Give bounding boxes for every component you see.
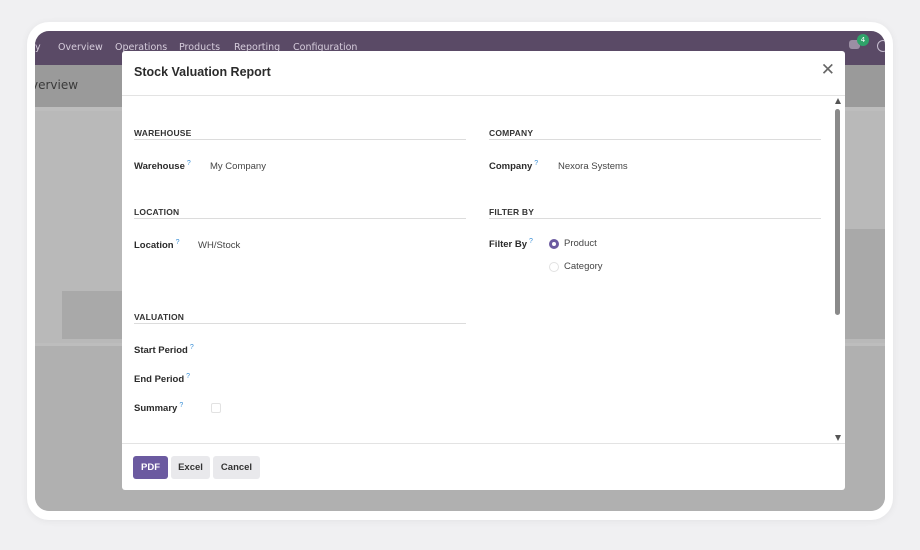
scrollbar-thumb[interactable] <box>835 109 840 315</box>
chat-count-badge: 4 <box>857 34 869 46</box>
section-divider <box>134 218 466 219</box>
close-icon[interactable]: ✕ <box>821 62 835 79</box>
cancel-button[interactable]: Cancel <box>213 456 260 479</box>
section-valuation: VALUATION <box>134 312 185 322</box>
help-icon[interactable]: ? <box>179 402 183 409</box>
help-icon[interactable]: ? <box>186 373 190 380</box>
breadcrumb[interactable]: verview <box>35 78 78 92</box>
section-divider <box>489 139 821 140</box>
dialog-footer: PDF Excel Cancel <box>122 443 845 490</box>
help-icon[interactable]: ? <box>187 160 191 167</box>
company-label: Company? <box>489 160 539 173</box>
nav-app-name[interactable]: y <box>35 42 41 53</box>
scroll-down-arrow-icon[interactable] <box>835 435 841 441</box>
help-icon[interactable]: ? <box>529 238 533 245</box>
section-company: COMPANY <box>489 128 534 138</box>
filter-product-label[interactable]: Product <box>564 238 597 249</box>
dialog-header: Stock Valuation Report ✕ <box>122 51 845 96</box>
section-warehouse: WAREHOUSE <box>134 128 192 138</box>
scroll-up-arrow-icon[interactable] <box>835 98 841 104</box>
section-divider <box>134 139 466 140</box>
end-period-label: End Period? <box>134 373 191 386</box>
filter-by-label: Filter By? <box>489 238 533 251</box>
section-filter-by: FILTER BY <box>489 207 535 217</box>
warehouse-field[interactable]: My Company <box>210 161 266 172</box>
dialog-title: Stock Valuation Report <box>134 65 271 79</box>
help-icon[interactable]: ? <box>176 239 180 246</box>
filter-category-label[interactable]: Category <box>564 261 603 272</box>
warehouse-label: Warehouse? <box>134 160 191 173</box>
company-field[interactable]: Nexora Systems <box>558 161 628 172</box>
location-field[interactable]: WH/Stock <box>198 240 240 251</box>
summary-label: Summary? <box>134 402 184 415</box>
start-period-label: Start Period? <box>134 344 194 357</box>
stock-valuation-dialog: Stock Valuation Report ✕ WAREHOUSE Wareh… <box>122 51 845 490</box>
section-divider <box>489 218 821 219</box>
end-period-field[interactable] <box>210 374 410 386</box>
location-label: Location? <box>134 239 180 252</box>
nav-overview[interactable]: Overview <box>58 42 103 53</box>
excel-button[interactable]: Excel <box>171 456 210 479</box>
section-location: LOCATION <box>134 207 180 217</box>
section-divider <box>134 323 466 324</box>
help-icon[interactable]: ? <box>190 344 194 351</box>
dialog-body: WAREHOUSE Warehouse? My Company LOCATION… <box>122 96 845 443</box>
dialog-scrollbar[interactable] <box>833 98 843 445</box>
activity-icon[interactable] <box>877 40 885 52</box>
start-period-field[interactable] <box>210 345 410 357</box>
summary-checkbox[interactable] <box>211 403 221 413</box>
filter-category-radio[interactable] <box>549 262 559 272</box>
pdf-button[interactable]: PDF <box>133 456 168 479</box>
help-icon[interactable]: ? <box>534 160 538 167</box>
background-card <box>845 229 885 339</box>
filter-product-radio[interactable] <box>549 239 559 249</box>
